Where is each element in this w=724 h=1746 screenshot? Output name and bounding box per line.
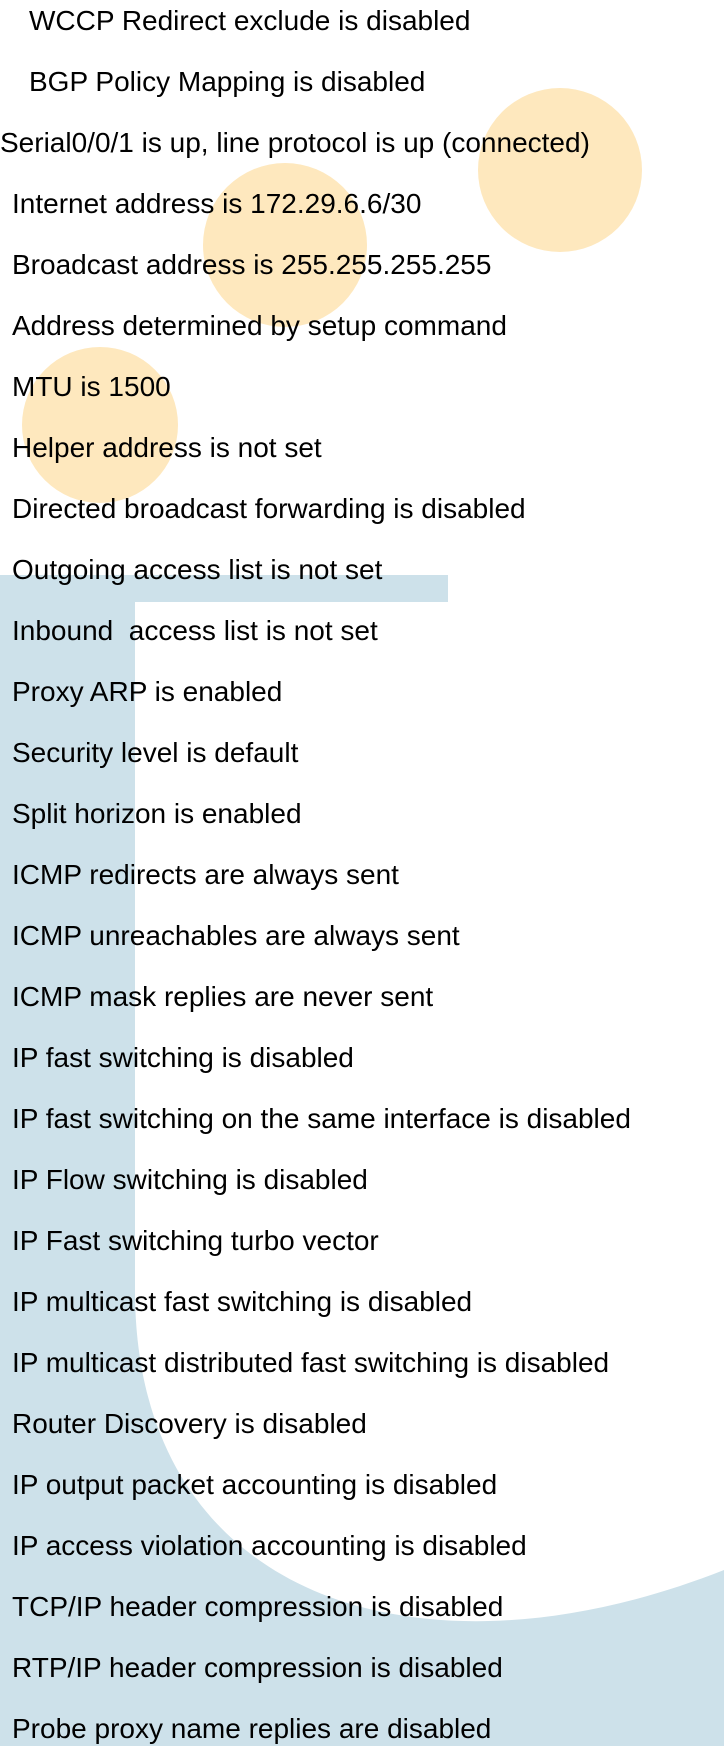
output-line: RTP/IP header compression is disabled [12,1652,503,1683]
output-line: Internet address is 172.29.6.6/30 [12,188,422,219]
output-line: Proxy ARP is enabled [12,676,283,707]
output-line: Router Discovery is disabled [12,1408,367,1439]
output-line: ICMP unreachables are always sent [12,920,460,951]
output-line: WCCP Redirect exclude is disabled [29,5,471,36]
output-line: IP Flow switching is disabled [12,1164,368,1195]
output-line: IP multicast distributed fast switching … [12,1347,610,1378]
output-line: Helper address is not set [12,432,322,463]
output-line: Inbound access list is not set [12,615,378,646]
output-line: IP fast switching on the same interface … [12,1103,631,1134]
output-line: MTU is 1500 [12,371,171,402]
output-line: BGP Policy Mapping is disabled [29,66,426,97]
output-line: Outgoing access list is not set [12,554,383,585]
output-line: Probe proxy name replies are disabled [12,1713,492,1744]
output-line: Split horizon is enabled [12,798,302,829]
output-line: IP access violation accounting is disabl… [12,1530,527,1561]
output-line: Directed broadcast forwarding is disable… [12,493,526,524]
output-line: IP fast switching is disabled [12,1042,354,1073]
output-line: ICMP redirects are always sent [12,859,399,890]
output-line: IP Fast switching turbo vector [12,1225,379,1256]
output-line: TCP/IP header compression is disabled [12,1591,504,1622]
output-line: IP output packet accounting is disabled [12,1469,498,1500]
output-line: IP multicast fast switching is disabled [12,1286,473,1317]
output-line: Serial0/0/1 is up, line protocol is up (… [0,127,590,158]
output-line: Security level is default [12,737,299,768]
interface-output: WCCP Redirect exclude is disabled BGP Po… [0,0,724,1746]
output-line: Address determined by setup command [12,310,507,341]
output-line: ICMP mask replies are never sent [12,981,434,1012]
output-line: Broadcast address is 255.255.255.255 [12,249,492,280]
